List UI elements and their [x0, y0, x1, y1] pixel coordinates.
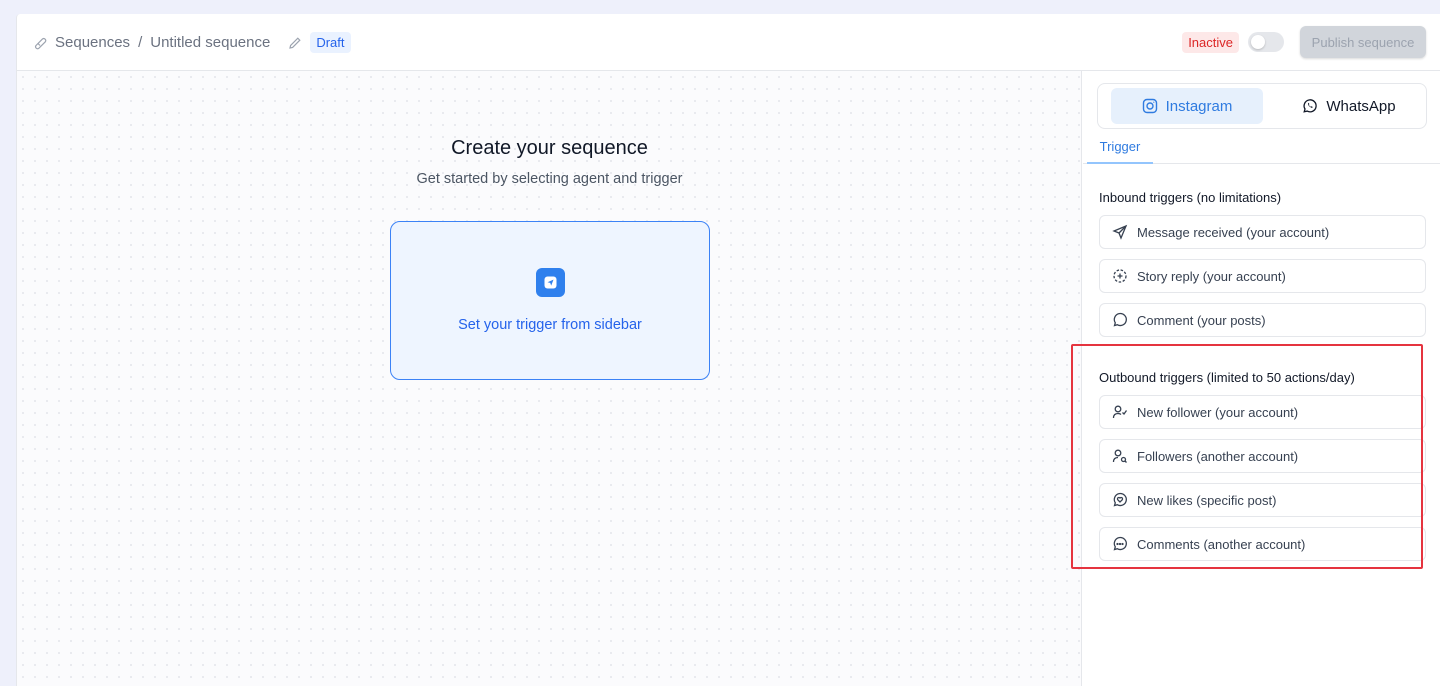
- comment-icon: [1112, 312, 1128, 328]
- channel-switcher: Instagram WhatsApp: [1097, 83, 1427, 129]
- user-search-icon: [1112, 448, 1128, 464]
- trigger-label: New likes (specific post): [1137, 492, 1277, 508]
- trigger-message-received[interactable]: Message received (your account): [1099, 215, 1426, 249]
- trigger-placeholder-label: Set your trigger from sidebar: [458, 317, 642, 333]
- trigger-label: Comments (another account): [1137, 536, 1306, 552]
- trigger-label: Comment (your posts): [1137, 312, 1266, 328]
- trigger-sidebar: Instagram WhatsApp Trigger Inbound trigg…: [1083, 71, 1440, 686]
- trigger-icon: [536, 268, 565, 297]
- app-window: Sequences / Untitled sequence Draft Inac…: [16, 14, 1440, 686]
- user-check-icon: [1112, 404, 1128, 420]
- trigger-label: Followers (another account): [1137, 448, 1299, 464]
- tab-trigger[interactable]: Trigger: [1087, 136, 1153, 164]
- channel-tab-instagram[interactable]: Instagram: [1111, 88, 1263, 124]
- breadcrumb-separator: /: [138, 34, 143, 51]
- trigger-placeholder-card[interactable]: Set your trigger from sidebar: [390, 221, 710, 380]
- publish-sequence-button[interactable]: Publish sequence: [1300, 26, 1426, 58]
- canvas-subtitle: Get started by selecting agent and trigg…: [416, 171, 683, 187]
- trigger-new-follower[interactable]: New follower (your account): [1099, 395, 1426, 429]
- sidebar-tabs: Trigger: [1083, 136, 1440, 164]
- header-actions: Inactive Publish sequence: [1182, 26, 1426, 58]
- header-bar: Sequences / Untitled sequence Draft Inac…: [17, 14, 1440, 71]
- trigger-label: New follower (your account): [1137, 404, 1299, 420]
- sequence-icon: [33, 36, 47, 50]
- channel-tab-label: WhatsApp: [1326, 97, 1396, 115]
- active-toggle[interactable]: [1248, 32, 1284, 52]
- trigger-new-likes[interactable]: New likes (specific post): [1099, 483, 1426, 517]
- edit-pencil-icon[interactable]: [288, 36, 302, 50]
- channel-tab-label: Instagram: [1165, 97, 1233, 115]
- canvas-title: Create your sequence: [451, 137, 648, 159]
- draft-badge: Draft: [310, 32, 351, 53]
- trigger-comments-another[interactable]: Comments (another account): [1099, 527, 1426, 561]
- trigger-label: Message received (your account): [1137, 224, 1330, 240]
- heart-message-icon: [1112, 492, 1128, 508]
- inbound-triggers-title: Inbound triggers (no limitations): [1099, 190, 1282, 205]
- send-icon: [1112, 224, 1128, 240]
- comment-dots-icon: [1112, 536, 1128, 552]
- breadcrumb-current: Untitled sequence: [150, 34, 271, 51]
- instagram-icon: [1142, 98, 1158, 114]
- trigger-label: Story reply (your account): [1137, 268, 1286, 284]
- channel-tab-whatsapp[interactable]: WhatsApp: [1273, 88, 1425, 124]
- trigger-followers-another[interactable]: Followers (another account): [1099, 439, 1426, 473]
- outbound-triggers-title: Outbound triggers (limited to 50 actions…: [1099, 370, 1355, 385]
- breadcrumb-sequences-link[interactable]: Sequences: [55, 34, 130, 51]
- whatsapp-icon: [1302, 98, 1318, 114]
- trigger-comment[interactable]: Comment (your posts): [1099, 303, 1426, 337]
- status-badge: Inactive: [1182, 31, 1239, 53]
- story-icon: [1112, 268, 1128, 284]
- breadcrumb: Sequences / Untitled sequence Draft: [33, 32, 351, 53]
- trigger-story-reply[interactable]: Story reply (your account): [1099, 259, 1426, 293]
- sequence-canvas[interactable]: Create your sequence Get started by sele…: [17, 71, 1082, 686]
